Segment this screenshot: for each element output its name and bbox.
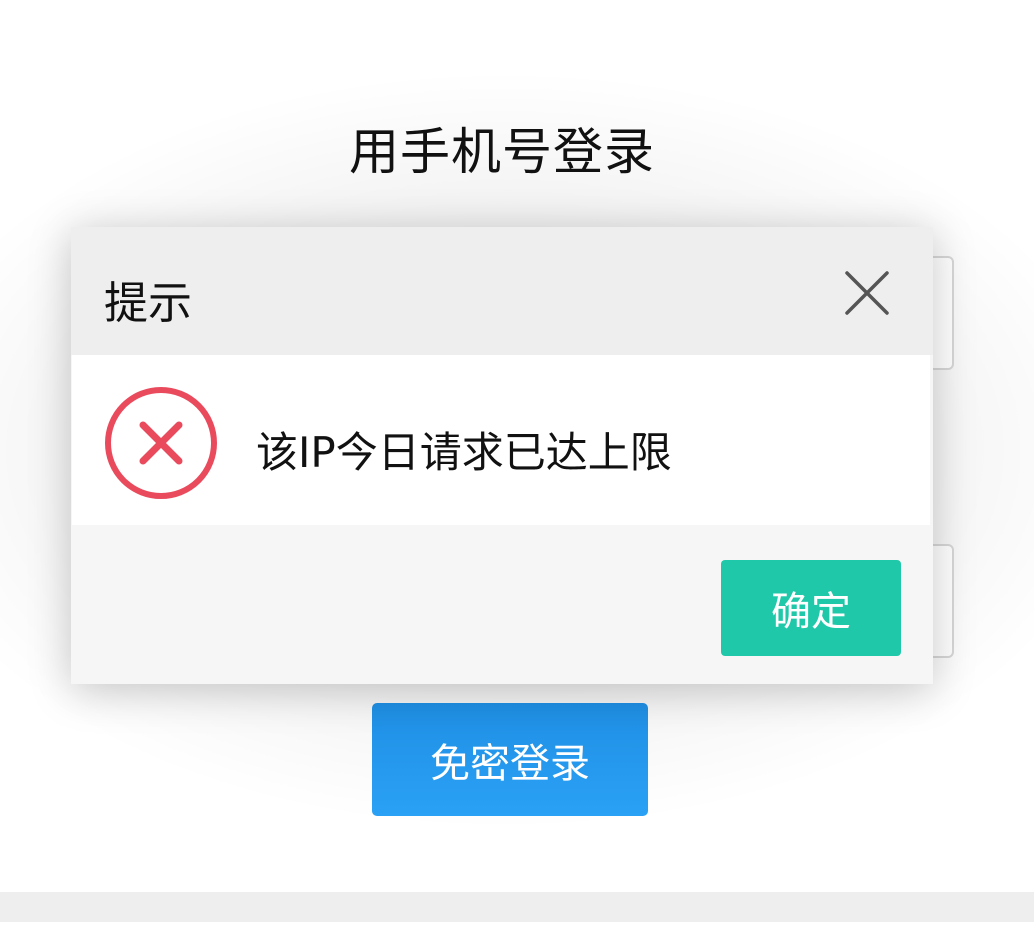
error-circle-icon <box>103 385 219 501</box>
close-icon[interactable] <box>841 267 893 319</box>
login-page: 用手机号登录 免密登录 提示 该IP今日请求已达上限 确定 <box>0 0 1034 945</box>
page-title: 用手机号登录 <box>349 123 655 181</box>
password-free-login-button[interactable]: 免密登录 <box>372 703 648 816</box>
dialog-message: 该IP今日请求已达上限 <box>256 428 672 477</box>
bottom-divider <box>0 892 1034 922</box>
alert-dialog: 提示 该IP今日请求已达上限 确定 <box>71 227 933 684</box>
dialog-header: 提示 <box>71 227 933 355</box>
dialog-body: 该IP今日请求已达上限 <box>72 355 930 525</box>
dialog-title: 提示 <box>104 278 192 329</box>
confirm-button[interactable]: 确定 <box>721 560 901 656</box>
